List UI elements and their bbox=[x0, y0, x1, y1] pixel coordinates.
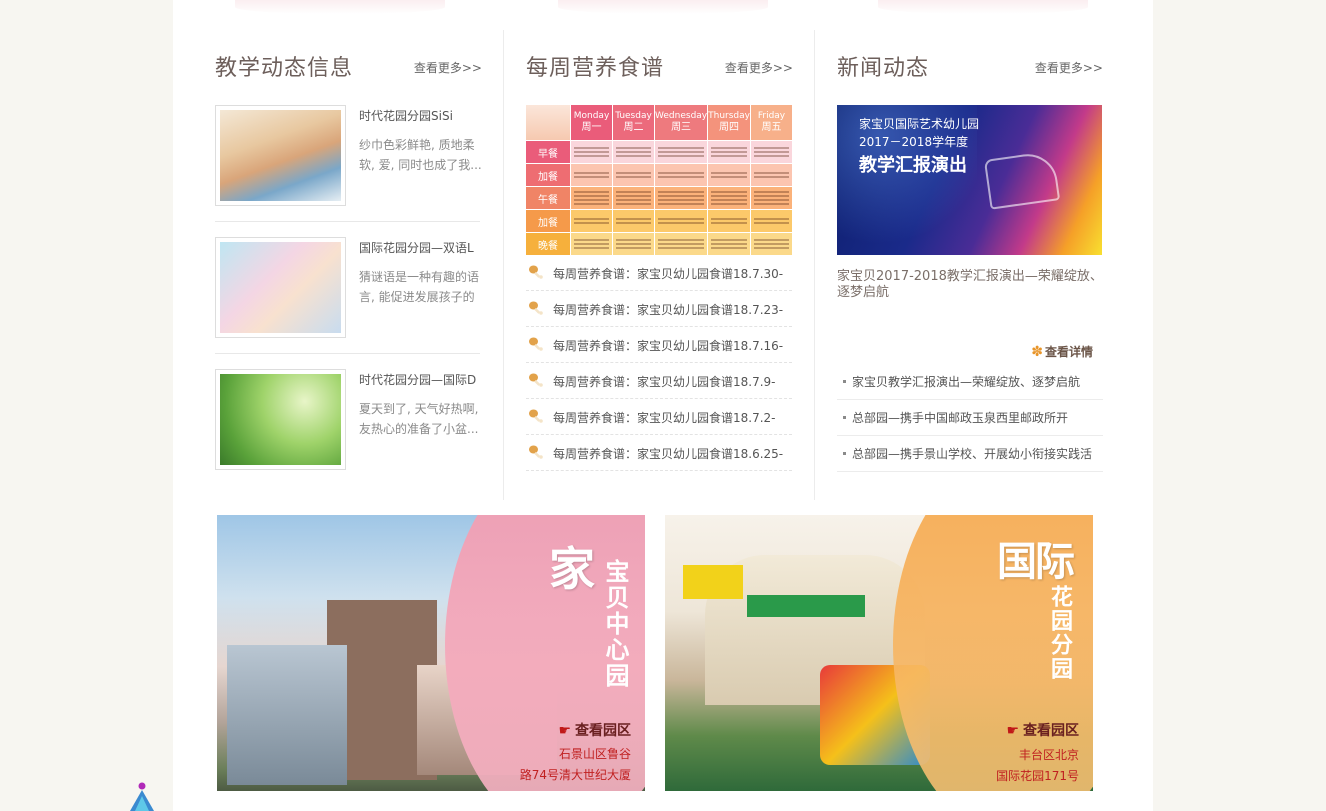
campus-address-line: 丰台区北京 bbox=[1018, 748, 1079, 762]
menu-meal-label: 早餐 bbox=[526, 141, 570, 163]
top-decoration bbox=[878, 0, 1088, 14]
list-item[interactable]: 国际花园分园—双语L 猜谜语是一种有趣的语言, 能促进发展孩子的思... bbox=[215, 237, 482, 369]
news-thumbnail[interactable] bbox=[215, 105, 346, 206]
drumstick-icon bbox=[529, 265, 543, 279]
news-title[interactable]: 时代花园分园SiSi bbox=[359, 107, 481, 124]
drumstick-icon bbox=[529, 373, 543, 387]
list-item[interactable]: 每周营养食谱：家宝贝幼儿园食谱18.6.25- bbox=[526, 435, 792, 471]
news-link[interactable]: 家宝贝教学汇报演出—荣耀绽放、逐梦启航 bbox=[852, 373, 1102, 390]
menu-meal-label: 加餐 bbox=[526, 210, 570, 232]
drumstick-icon bbox=[529, 409, 543, 423]
recipe-link[interactable]: 每周营养食谱：家宝贝幼儿园食谱18.7.9- bbox=[553, 373, 791, 390]
news-link[interactable]: 总部园—携手景山学校、开展幼小衔接实践活 bbox=[852, 445, 1102, 462]
feature-image-line3: 教学汇报演出 bbox=[859, 155, 967, 176]
bullet-icon bbox=[843, 452, 846, 455]
list-item[interactable]: 每周营养食谱：家宝贝幼儿园食谱18.7.2- bbox=[526, 399, 792, 435]
drumstick-icon bbox=[529, 445, 543, 459]
section-title: 教学动态信息 bbox=[215, 56, 354, 81]
recipe-link[interactable]: 每周营养食谱：家宝贝幼儿园食谱18.6.25- bbox=[553, 445, 791, 462]
menu-meal-label: 午餐 bbox=[526, 187, 570, 209]
banner-vertical-title: 花园分园 bbox=[1047, 585, 1073, 681]
news-thumbnail[interactable] bbox=[215, 237, 346, 338]
list-item[interactable]: 家宝贝教学汇报演出—荣耀绽放、逐梦启航 bbox=[837, 364, 1103, 400]
list-item[interactable]: 每周营养食谱：家宝贝幼儿园食谱18.7.16- bbox=[526, 327, 792, 363]
view-more-link[interactable]: 查看更多>> bbox=[414, 59, 482, 76]
campus-address-line: 路74号清大世纪大厦 bbox=[519, 768, 631, 782]
banner-big-char: 家 bbox=[549, 542, 595, 596]
menu-day-header: Tuesday 周二 bbox=[613, 105, 655, 140]
piano-graphic bbox=[983, 150, 1061, 210]
sign-graphic bbox=[747, 595, 865, 617]
news-title[interactable]: 国际花园分园—双语L bbox=[359, 239, 481, 256]
campus-banner-international[interactable]: 国际 花园分园 ☛ 查看园区 丰台区北京 国际花园171号 bbox=[665, 515, 1093, 791]
flower-icon: ✽ bbox=[1031, 344, 1043, 360]
news-desc: 猜谜语是一种有趣的语言, 能促进发展孩子的思... bbox=[359, 270, 480, 304]
column-divider bbox=[814, 30, 815, 500]
recipe-link[interactable]: 每周营养食谱：家宝贝幼儿园食谱18.7.2- bbox=[553, 409, 791, 426]
menu-day-header: Thursday 周四 bbox=[708, 105, 750, 140]
news-section: 新闻动态 查看更多>> 家宝贝国际艺术幼儿园 2017－2018学年度 教学汇报… bbox=[837, 30, 1103, 500]
menu-meal-label: 加餐 bbox=[526, 164, 570, 186]
list-item[interactable]: 时代花园分园—国际D 夏天到了, 天气好热啊, 友热心的准备了小盆... bbox=[215, 369, 482, 501]
drumstick-icon bbox=[529, 337, 543, 351]
feature-image-line1: 家宝贝国际艺术幼儿园 bbox=[859, 117, 980, 131]
news-link[interactable]: 总部园—携手中国邮政玉泉西里邮政所开 bbox=[852, 409, 1102, 426]
menu-meal-label: 晚餐 bbox=[526, 233, 570, 255]
news-thumbnail[interactable] bbox=[215, 369, 346, 470]
list-item[interactable]: 时代花园分园SiSi 纱巾色彩鲜艳, 质地柔软, 爱, 同时也成了我... bbox=[215, 105, 482, 237]
list-item[interactable]: 每周营养食谱：家宝贝幼儿园食谱18.7.30- bbox=[526, 255, 792, 291]
campus-address-line: 石景山区鲁谷 bbox=[558, 747, 631, 761]
section-title: 每周营养食谱 bbox=[526, 56, 665, 81]
campus-address-line: 国际花园171号 bbox=[996, 769, 1079, 783]
view-campus-link[interactable]: ☛ 查看园区 bbox=[558, 720, 631, 740]
view-more-link[interactable]: 查看更多>> bbox=[725, 59, 793, 76]
campus-banner-center[interactable]: 家 宝贝中心园 ☛ 查看园区 石景山区鲁谷 路74号清大世纪大厦 bbox=[217, 515, 645, 791]
column-divider bbox=[503, 30, 504, 500]
page: 教学动态信息 查看更多>> 时代花园分园SiSi 纱巾色彩鲜艳, 质地柔软, 爱… bbox=[173, 0, 1153, 811]
feature-image-line2: 2017－2018学年度 bbox=[859, 135, 969, 149]
divider bbox=[215, 353, 480, 354]
list-item[interactable]: 总部园—携手中国邮政玉泉西里邮政所开 bbox=[837, 400, 1103, 436]
feature-news-image[interactable]: 家宝贝国际艺术幼儿园 2017－2018学年度 教学汇报演出 bbox=[837, 105, 1102, 255]
pointing-hand-icon: ☛ bbox=[1006, 723, 1019, 739]
back-to-top-icon[interactable] bbox=[128, 782, 156, 811]
recipe-link[interactable]: 每周营养食谱：家宝贝幼儿园食谱18.7.30- bbox=[553, 265, 791, 282]
teaching-news-section: 教学动态信息 查看更多>> 时代花园分园SiSi 纱巾色彩鲜艳, 质地柔软, 爱… bbox=[215, 30, 482, 500]
sign-graphic bbox=[683, 565, 743, 599]
drumstick-icon bbox=[529, 301, 543, 315]
news-desc: 纱巾色彩鲜艳, 质地柔软, 爱, 同时也成了我... bbox=[359, 138, 482, 172]
menu-day-header: Monday 周一 bbox=[571, 105, 612, 140]
pointing-hand-icon: ☛ bbox=[558, 723, 571, 739]
divider bbox=[215, 221, 480, 222]
section-title: 新闻动态 bbox=[837, 56, 930, 81]
bullet-icon bbox=[843, 416, 846, 419]
menu-day-header: Wednesday 周三 bbox=[655, 105, 708, 140]
list-item[interactable]: 每周营养食谱：家宝贝幼儿园食谱18.7.23- bbox=[526, 291, 792, 327]
news-title[interactable]: 时代花园分园—国际D bbox=[359, 371, 481, 388]
view-campus-link[interactable]: ☛ 查看园区 bbox=[1006, 720, 1079, 740]
news-desc: 夏天到了, 天气好热啊, 友热心的准备了小盆... bbox=[359, 402, 479, 436]
weekly-menu-section: 每周营养食谱 查看更多>> Monday 周一 Tuesday 周二 Wednesd… bbox=[526, 30, 793, 500]
feature-news-title[interactable]: 家宝贝2017-2018教学汇报演出—荣耀绽放、逐梦启航 bbox=[837, 269, 1103, 301]
top-decoration bbox=[235, 0, 445, 14]
top-decoration bbox=[558, 0, 768, 14]
banner-big-char: 国际 bbox=[997, 538, 1075, 585]
bullet-icon bbox=[843, 380, 846, 383]
menu-day-header: Friday 周五 bbox=[750, 105, 792, 140]
view-more-link[interactable]: 查看更多>> bbox=[1035, 59, 1103, 76]
building-graphic bbox=[227, 645, 347, 785]
banner-vertical-title: 宝贝中心园 bbox=[601, 559, 630, 689]
recipe-link[interactable]: 每周营养食谱：家宝贝幼儿园食谱18.7.16- bbox=[553, 337, 791, 354]
list-item[interactable]: 每周营养食谱：家宝贝幼儿园食谱18.7.9- bbox=[526, 363, 792, 399]
child-photo bbox=[526, 105, 570, 140]
view-details-link[interactable]: ✽ 查看详情 bbox=[1031, 343, 1093, 360]
recipe-link[interactable]: 每周营养食谱：家宝贝幼儿园食谱18.7.23- bbox=[553, 301, 791, 318]
list-item[interactable]: 总部园—携手景山学校、开展幼小衔接实践活 bbox=[837, 436, 1103, 472]
menu-table-image[interactable]: Monday 周一 Tuesday 周二 Wednesday 周三 Thursday 周… bbox=[526, 105, 792, 255]
